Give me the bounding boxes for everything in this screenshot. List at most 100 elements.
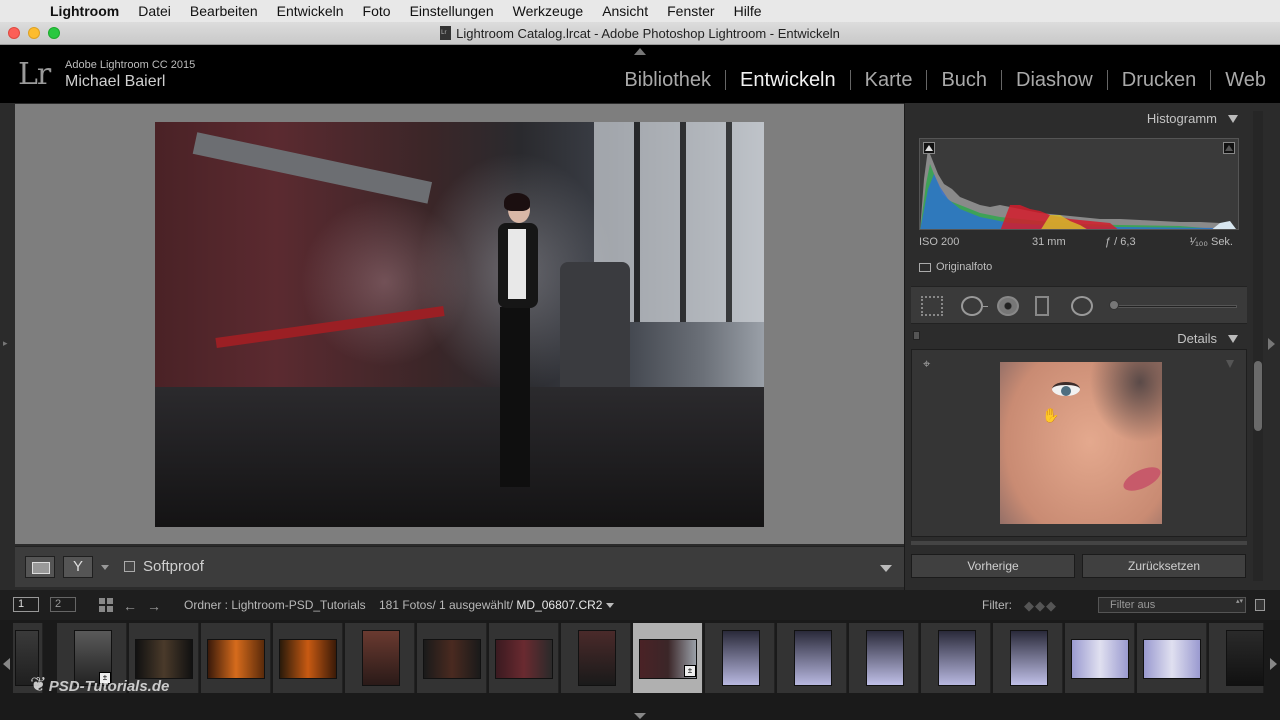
filmstrip-thumb[interactable]	[1209, 623, 1264, 693]
forward-arrow-icon[interactable]: →	[147, 598, 161, 614]
main-photo[interactable]	[155, 122, 764, 527]
left-panel-toggle-icon[interactable]: ▸	[3, 338, 8, 349]
flag-filter-icons[interactable]: ◆◆◆	[1024, 598, 1057, 614]
filmstrip-thumb[interactable]	[417, 623, 487, 693]
filmstrip-thumb[interactable]	[1137, 623, 1207, 693]
watermark-text: PSD-Tutorials.de	[48, 678, 170, 695]
highlight-clipping-toggle[interactable]	[1223, 142, 1235, 154]
before-after-dropdown-icon[interactable]	[101, 565, 109, 570]
menu-entwickeln[interactable]: Entwickeln	[277, 3, 344, 19]
original-photo-toggle[interactable]: Originalfoto	[919, 261, 992, 273]
filter-select[interactable]: Filter aus	[1098, 597, 1246, 613]
softproof-checkbox[interactable]	[124, 561, 135, 572]
photo-count: 181 Fotos/ 1 ausgewählt/	[378, 598, 514, 612]
filmstrip-thumb[interactable]	[561, 623, 631, 693]
shadow-clipping-toggle[interactable]	[923, 142, 935, 154]
toolbar-menu-icon[interactable]	[880, 565, 892, 572]
collapse-triangle-icon[interactable]	[1228, 335, 1238, 343]
detail-preview-box: ⌖ ✋	[911, 349, 1247, 537]
main-window-button[interactable]: 1	[13, 597, 39, 612]
menu-werkzeuge[interactable]: Werkzeuge	[513, 3, 584, 19]
thumbnail-image	[722, 630, 760, 686]
filmstrip-thumb[interactable]	[345, 623, 415, 693]
user-name: Michael Baierl	[65, 73, 166, 90]
watermark: ❦ PSD-Tutorials.de	[30, 672, 169, 697]
preview-toggle-icon[interactable]	[1226, 360, 1234, 368]
menu-fenster[interactable]: Fenster	[667, 3, 714, 19]
lightroom-logo: Lr	[18, 57, 51, 92]
filmstrip-thumb[interactable]	[201, 623, 271, 693]
module-karte[interactable]: Karte	[849, 70, 927, 90]
module-diashow[interactable]: Diashow	[1001, 70, 1107, 90]
tool-strip	[911, 286, 1247, 324]
current-filename: MD_06807.CR2	[516, 598, 603, 612]
previous-button[interactable]: Vorherige	[911, 554, 1075, 578]
image-canvas[interactable]	[15, 104, 904, 544]
right-panel-scrollbar[interactable]	[1253, 111, 1263, 581]
fullscreen-window-button[interactable]	[48, 27, 60, 39]
menu-ansicht[interactable]: Ansicht	[602, 3, 648, 19]
back-arrow-icon[interactable]: ←	[123, 598, 137, 614]
menu-datei[interactable]: Datei	[138, 3, 171, 19]
filter-lock-icon[interactable]	[1255, 599, 1265, 611]
original-photo-checkbox[interactable]	[919, 262, 931, 272]
bottom-panel-toggle-icon[interactable]	[634, 713, 646, 719]
red-eye-icon[interactable]	[997, 296, 1019, 316]
model-hair	[504, 193, 530, 211]
hand-icon: ✋	[1042, 407, 1060, 423]
filename-dropdown-icon[interactable]	[606, 603, 615, 609]
close-window-button[interactable]	[8, 27, 20, 39]
loupe-view-button[interactable]	[25, 556, 55, 578]
source-folder: Ordner : Lightroom-PSD_Tutorials	[184, 598, 366, 612]
right-panel-toggle-icon[interactable]	[1268, 338, 1275, 350]
module-web[interactable]: Web	[1210, 70, 1280, 90]
second-window-button[interactable]: 2	[50, 597, 76, 612]
filmstrip-scroll-right-icon[interactable]	[1270, 658, 1277, 670]
filmstrip-thumb[interactable]	[921, 623, 991, 693]
detail-zoom-preview[interactable]	[1000, 362, 1162, 524]
graduated-filter-icon[interactable]	[1035, 296, 1049, 316]
adjustment-brush-slider[interactable]	[1111, 305, 1237, 308]
histogram-graph[interactable]	[919, 138, 1239, 230]
grid-view-icon[interactable]	[99, 598, 113, 612]
panel-divider	[911, 541, 1247, 545]
window-controls	[8, 27, 60, 39]
develop-toolbar: Softproof	[15, 546, 904, 587]
menu-bearbeiten[interactable]: Bearbeiten	[190, 3, 258, 19]
filmstrip-thumb[interactable]	[1065, 623, 1135, 693]
histogram-header[interactable]: Histogramm	[911, 105, 1247, 133]
filmstrip-thumb[interactable]	[273, 623, 343, 693]
filmstrip-scroll-left-icon[interactable]	[3, 658, 10, 670]
menu-foto[interactable]: Foto	[363, 3, 391, 19]
thumbnail-image	[423, 639, 481, 679]
top-panel-toggle-icon[interactable]	[634, 48, 646, 55]
filmstrip-thumb[interactable]	[489, 623, 559, 693]
module-entwickeln[interactable]: Entwickeln	[725, 70, 850, 90]
before-after-button[interactable]	[63, 556, 93, 578]
module-drucken[interactable]: Drucken	[1106, 70, 1210, 90]
filmstrip-thumb[interactable]	[705, 623, 775, 693]
filmstrip-thumb[interactable]	[849, 623, 919, 693]
module-buch[interactable]: Buch	[926, 70, 1001, 90]
edited-badge-icon: ±	[684, 665, 696, 677]
module-picker: Bibliothek Entwickeln Karte Buch Diashow…	[610, 70, 1280, 90]
menu-hilfe[interactable]: Hilfe	[734, 3, 762, 19]
menu-lightroom[interactable]: Lightroom	[50, 3, 119, 19]
slider-knob[interactable]	[1109, 300, 1119, 310]
target-icon[interactable]: ⌖	[923, 357, 935, 370]
minimize-window-button[interactable]	[28, 27, 40, 39]
filmstrip-thumb[interactable]	[993, 623, 1063, 693]
scrollbar-thumb[interactable]	[1254, 361, 1262, 431]
reset-button[interactable]: Zurücksetzen	[1082, 554, 1246, 578]
menu-einstellungen[interactable]: Einstellungen	[410, 3, 494, 19]
module-bibliothek[interactable]: Bibliothek	[610, 70, 725, 90]
spot-removal-icon[interactable]	[961, 296, 988, 316]
filmstrip-source-path[interactable]: Ordner : Lightroom-PSD_Tutorials 181 Fot…	[184, 598, 615, 612]
filmstrip-thumb[interactable]	[777, 623, 847, 693]
collapse-triangle-icon[interactable]	[1228, 115, 1238, 123]
crop-icon[interactable]	[921, 296, 943, 316]
radial-filter-icon[interactable]	[1071, 296, 1093, 316]
thumbnail-image	[1010, 630, 1048, 686]
focal-length-value: 31 mm	[1032, 236, 1066, 248]
filmstrip-thumb-selected[interactable]: ±	[633, 623, 703, 693]
